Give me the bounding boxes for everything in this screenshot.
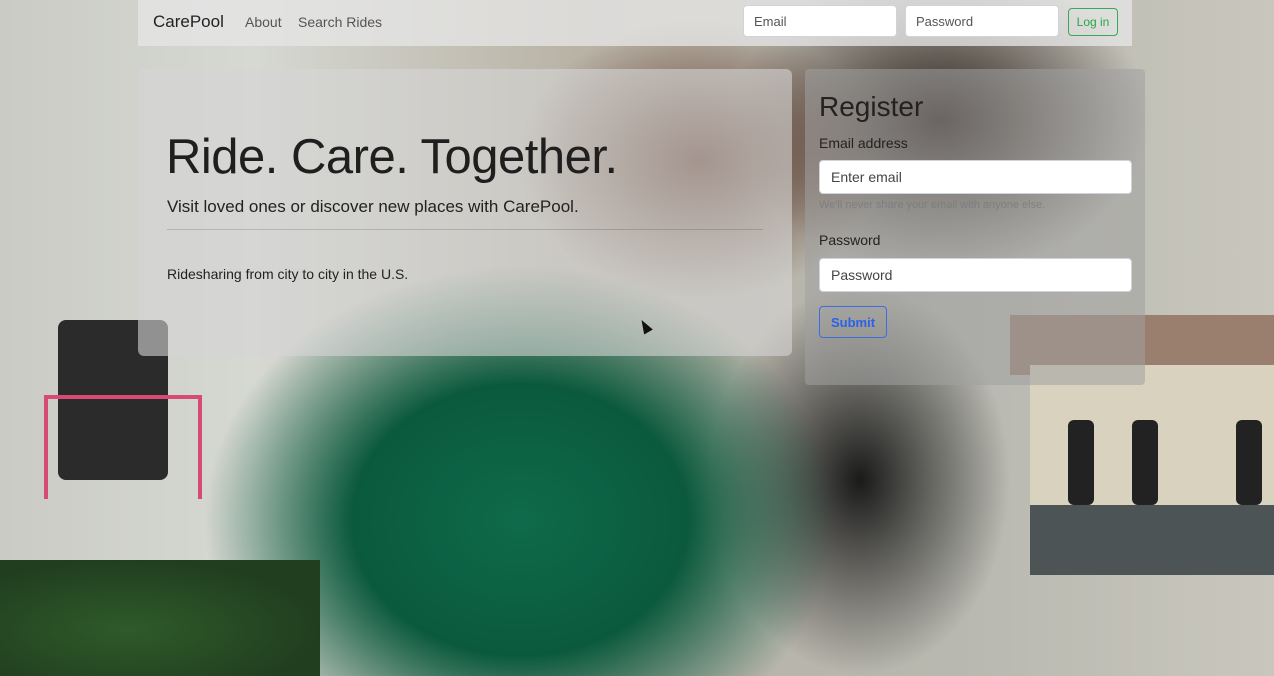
background-scaffold xyxy=(44,395,202,499)
email-label: Email address xyxy=(819,135,908,151)
hero-jumbotron: Ride. Care. Together. Visit loved ones o… xyxy=(138,69,792,356)
hero-subtext: Ridesharing from city to city in the U.S… xyxy=(167,266,409,282)
register-title: Register xyxy=(819,91,924,122)
password-label: Password xyxy=(819,232,881,248)
login-button[interactable]: Log in xyxy=(1068,8,1118,36)
login-email-input[interactable] xyxy=(743,5,897,37)
submit-button[interactable]: Submit xyxy=(819,306,887,338)
register-email-input[interactable] xyxy=(819,160,1132,194)
login-password-input[interactable] xyxy=(905,5,1059,37)
background-train-window xyxy=(1132,420,1158,505)
background-train-stripe xyxy=(1030,505,1274,575)
email-help-text: We'll never share your email with anyone… xyxy=(819,199,1046,211)
nav-link-search-rides[interactable]: Search Rides xyxy=(298,14,382,30)
brand-logo[interactable]: CarePool xyxy=(153,12,224,32)
register-form: Register Email address We'll never share… xyxy=(805,69,1145,385)
hero-title: Ride. Care. Together. xyxy=(166,130,618,184)
hero-lead: Visit loved ones or discover new places … xyxy=(167,197,579,216)
background-train-window xyxy=(1068,420,1094,505)
navbar: CarePool About Search Rides Log in xyxy=(138,0,1132,46)
hero-divider xyxy=(167,229,763,230)
nav-link-about[interactable]: About xyxy=(245,14,282,30)
register-password-input[interactable] xyxy=(819,258,1132,292)
background-train-window xyxy=(1236,420,1262,505)
background-shrubs xyxy=(0,560,320,676)
